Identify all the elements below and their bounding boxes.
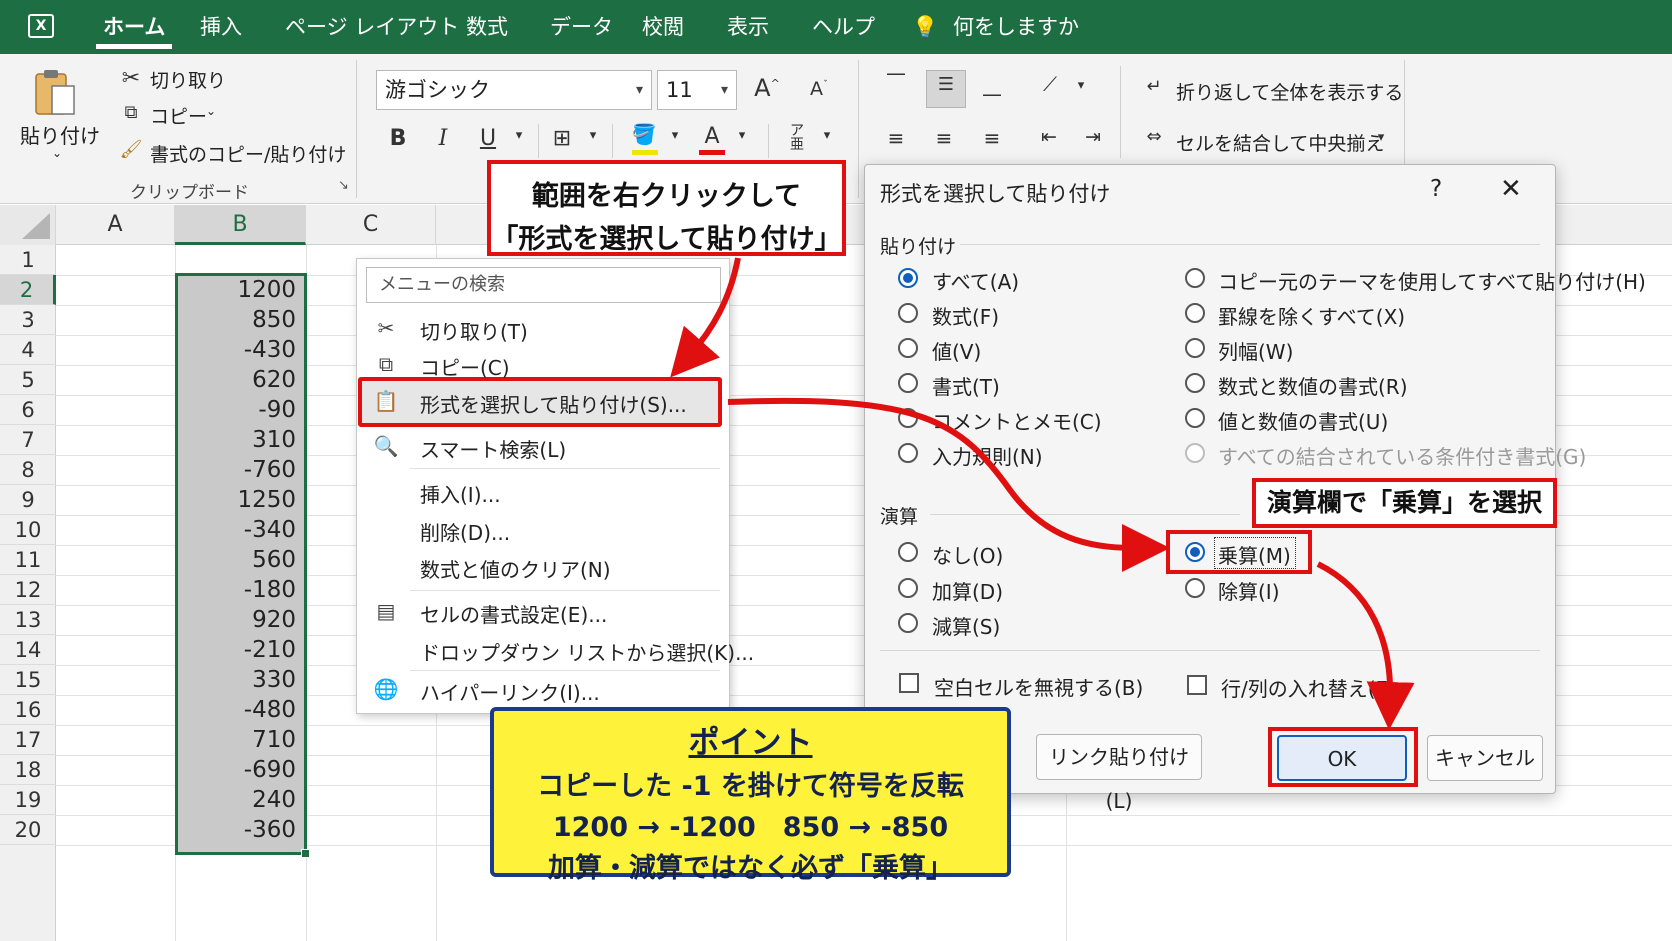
ok-highlight xyxy=(1268,727,1418,787)
step1-line2: 「形式を選択して貼り付け」 xyxy=(491,224,842,255)
step2-callout: 演算欄で「乗算」を選択 xyxy=(1252,478,1557,528)
multiply-highlight xyxy=(1166,530,1312,574)
arrow-to-menu xyxy=(670,257,741,378)
point-line2: 1200 → -1200 850 → -850 xyxy=(552,812,949,843)
point-callout: ポイント コピーした -1 を掛けて符号を反転 1200 → -1200 850… xyxy=(490,707,1011,884)
point-title: ポイント xyxy=(688,725,813,761)
step1-callout: 範囲を右クリックして 「形式を選択して貼り付け」 xyxy=(487,160,846,256)
point-line1: コピーした -1 を掛けて符号を反転 xyxy=(537,771,964,802)
step1-line1: 範囲を右クリックして xyxy=(531,181,802,212)
point-line3: 加算・減算ではなく必ず「乗算」 xyxy=(548,853,953,884)
arrow-to-ok xyxy=(1316,561,1415,730)
arrow-to-multiply xyxy=(727,397,1170,572)
